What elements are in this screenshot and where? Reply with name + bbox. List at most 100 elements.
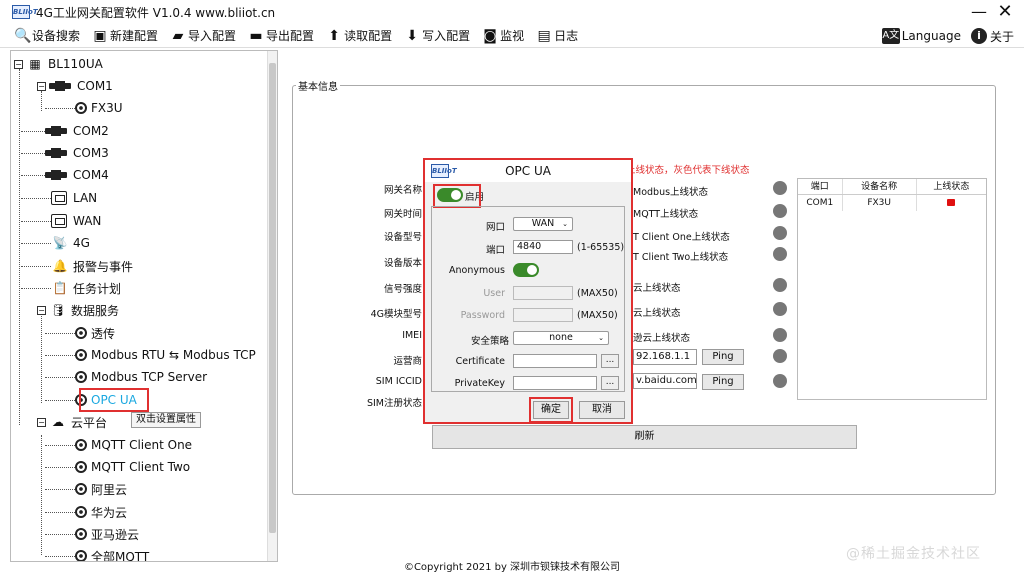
ping-address-1[interactable]: 92.168.1.1 bbox=[633, 349, 697, 365]
dialog-title: OPC UA bbox=[505, 164, 551, 178]
tree-item-root[interactable]: − ▦ BL110UA bbox=[14, 54, 103, 74]
folder-import-icon: ▰ bbox=[172, 27, 184, 44]
field-label: 4G模块型号 bbox=[370, 309, 422, 320]
status-indicator bbox=[773, 328, 787, 342]
log-button[interactable]: ▤ 日志 bbox=[536, 25, 578, 47]
port-input[interactable]: 4840 bbox=[513, 240, 573, 254]
user-label: User bbox=[483, 288, 505, 299]
device-search-label: 设备搜索 bbox=[32, 29, 81, 43]
security-select[interactable]: none ⌄ bbox=[513, 331, 609, 345]
ping-address-2[interactable]: v.baidu.com bbox=[633, 373, 697, 389]
certificate-browse-button[interactable]: ... bbox=[601, 354, 619, 368]
serial-port-icon bbox=[49, 81, 71, 91]
tree-label: 华为云 bbox=[91, 505, 128, 520]
tree-item-lan[interactable]: LAN bbox=[21, 188, 97, 208]
language-button[interactable]: A文 Language bbox=[881, 25, 961, 47]
tree-item-com4[interactable]: COM4 bbox=[21, 165, 109, 185]
tree-label: 透传 bbox=[91, 326, 116, 341]
iface-select[interactable]: WAN ⌄ bbox=[513, 217, 573, 231]
scrollbar-thumb[interactable] bbox=[269, 63, 276, 533]
tree-item-com1[interactable]: − COM1 bbox=[37, 76, 113, 96]
tree-item-cloud[interactable]: − ☁ 云平台 bbox=[37, 412, 107, 432]
monitor-icon: ◙ bbox=[483, 27, 497, 44]
tree-scrollbar[interactable] bbox=[267, 51, 277, 561]
password-label: Password bbox=[460, 310, 505, 321]
privatekey-browse-button[interactable]: ... bbox=[601, 376, 619, 390]
cancel-button[interactable]: 取消 bbox=[579, 401, 625, 419]
tree-item-mqtt-two[interactable]: MQTT Client Two bbox=[45, 457, 190, 477]
about-button[interactable]: i 关于 bbox=[970, 25, 1014, 47]
status-indicator bbox=[773, 278, 787, 292]
new-config-label: 新建配置 bbox=[110, 29, 159, 43]
tree-item-mqtt-one[interactable]: MQTT Client One bbox=[45, 435, 192, 455]
tree-item-alarm[interactable]: 🔔 报警与事件 bbox=[21, 256, 133, 276]
highlight-box bbox=[529, 397, 573, 423]
ping-button-1[interactable]: Ping bbox=[702, 349, 744, 365]
tree-label: FX3U bbox=[91, 101, 123, 115]
monitor-button[interactable]: ◙ 监视 bbox=[482, 25, 524, 47]
tree-item-amazon[interactable]: 亚马逊云 bbox=[45, 524, 139, 544]
service-node-icon bbox=[75, 528, 87, 540]
tree-line bbox=[41, 435, 42, 555]
refresh-button[interactable]: 刷新 bbox=[432, 425, 857, 449]
privatekey-input[interactable] bbox=[513, 376, 597, 390]
cell-status bbox=[917, 195, 986, 211]
tree-item-huawei[interactable]: 华为云 bbox=[45, 502, 127, 522]
write-config-button[interactable]: ⬇ 写入配置 bbox=[404, 25, 470, 47]
password-input[interactable] bbox=[513, 308, 573, 322]
tree-label: WAN bbox=[73, 214, 102, 228]
tree-item-passthrough[interactable]: 透传 bbox=[45, 323, 115, 343]
status-label: 云上线状态 bbox=[633, 308, 681, 319]
table-row[interactable]: COM1 FX3U bbox=[798, 195, 986, 211]
tree-item-modbus-rtu-tcp[interactable]: Modbus RTU ⇆ Modbus TCP bbox=[45, 345, 256, 365]
iface-value: WAN bbox=[531, 218, 555, 229]
tree-label: 4G bbox=[73, 236, 90, 250]
tree-item-task[interactable]: 📋 任务计划 bbox=[21, 278, 121, 298]
status-indicator bbox=[773, 302, 787, 316]
tooltip: 双击设置属性 bbox=[131, 412, 201, 428]
field-label: SIM注册状态 bbox=[366, 398, 422, 409]
cell-device: FX3U bbox=[843, 195, 917, 211]
iface-label: 网口 bbox=[485, 222, 505, 233]
table-header: 端口 设备名称 上线状态 bbox=[798, 179, 986, 195]
tree-item-fx3u[interactable]: FX3U bbox=[45, 98, 123, 118]
user-input[interactable] bbox=[513, 286, 573, 300]
upload-read-icon: ⬆ bbox=[328, 27, 340, 44]
tree-label: 任务计划 bbox=[73, 281, 122, 296]
tree-label: 报警与事件 bbox=[73, 259, 134, 274]
tree-item-data-service[interactable]: − 🛢 数据服务 bbox=[37, 300, 119, 320]
read-config-button[interactable]: ⬆ 读取配置 bbox=[326, 25, 392, 47]
chevron-down-icon: ⌄ bbox=[562, 220, 568, 228]
status-label: MQTT上线状态 bbox=[633, 209, 699, 220]
offline-status-icon bbox=[947, 199, 956, 206]
import-config-button[interactable]: ▰ 导入配置 bbox=[170, 25, 236, 47]
language-icon: A文 bbox=[881, 28, 900, 44]
service-node-icon bbox=[75, 349, 87, 361]
new-config-button[interactable]: ▣ 新建配置 bbox=[92, 25, 158, 47]
about-label: 关于 bbox=[989, 29, 1014, 44]
import-config-label: 导入配置 bbox=[188, 29, 237, 43]
ping-button-2[interactable]: Ping bbox=[702, 374, 744, 390]
tree-item-wan[interactable]: WAN bbox=[21, 211, 101, 231]
device-tree[interactable]: − ▦ BL110UA − COM1 FX3U COM2 COM3 COM4 L… bbox=[10, 50, 278, 562]
tree-item-aliyun[interactable]: 阿里云 bbox=[45, 479, 127, 499]
tree-item-4g[interactable]: 📡 4G bbox=[21, 233, 90, 253]
export-config-button[interactable]: ▬ 导出配置 bbox=[248, 25, 314, 47]
close-button[interactable]: ✕ bbox=[990, 0, 1020, 24]
tree-label: BL110UA bbox=[48, 57, 103, 71]
tree-item-com2[interactable]: COM2 bbox=[21, 121, 109, 141]
status-indicator bbox=[773, 204, 787, 218]
cell-port: COM1 bbox=[798, 195, 843, 211]
tree-label: Modbus TCP Server bbox=[91, 370, 208, 384]
certificate-label: Certificate bbox=[455, 356, 505, 367]
status-label: T Client Two上线状态 bbox=[633, 252, 729, 263]
status-indicator bbox=[773, 181, 787, 195]
anonymous-toggle[interactable] bbox=[513, 263, 539, 277]
tree-item-com3[interactable]: COM3 bbox=[21, 143, 109, 163]
certificate-input[interactable] bbox=[513, 354, 597, 368]
log-label: 日志 bbox=[554, 29, 579, 43]
tree-item-modbus-tcp-server[interactable]: Modbus TCP Server bbox=[45, 367, 207, 387]
wan-icon bbox=[51, 214, 67, 228]
device-search-button[interactable]: 🔍 设备搜索 bbox=[14, 25, 80, 47]
language-label: Language bbox=[901, 29, 961, 43]
